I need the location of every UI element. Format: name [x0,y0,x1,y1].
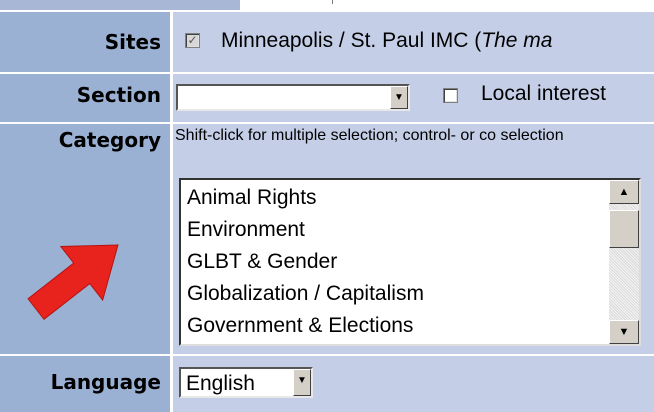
category-row: Category Shift-click for multiple select… [0,124,654,354]
category-options: Animal Rights Environment GLBT & Gender … [187,182,609,342]
language-select-value: English [186,372,255,395]
category-listbox[interactable]: Animal Rights Environment GLBT & Gender … [179,178,641,346]
sites-field: ✓ Minneapolis / St. Paul IMC (The ma [173,12,654,72]
scroll-down-icon[interactable]: ▼ [609,320,639,344]
chevron-down-icon[interactable]: ▼ [390,86,408,109]
checkmark-icon: ✓ [187,33,198,47]
section-field: ▼ Local interest [173,74,654,122]
top-strip [0,0,654,10]
list-item[interactable]: Animal Rights [187,182,609,214]
scroll-up-icon[interactable]: ▲ [609,180,639,204]
red-arrow-icon [25,219,135,329]
top-strip-divider [332,0,333,4]
language-field: English ▼ [173,356,654,412]
list-item[interactable]: Globalization / Capitalism [187,278,609,310]
language-select[interactable]: English ▼ [179,367,313,398]
category-field: Shift-click for multiple selection; cont… [173,124,654,354]
site-checkbox[interactable]: ✓ [185,33,200,48]
section-select[interactable]: ▼ [176,84,410,111]
list-item[interactable]: Government & Elections [187,310,609,342]
local-interest-checkbox[interactable] [443,88,458,103]
category-label: Category [58,128,161,152]
scroll-thumb[interactable] [609,210,639,248]
sites-row: Sites ✓ Minneapolis / St. Paul IMC (The … [0,12,654,72]
list-item[interactable]: Environment [187,214,609,246]
chevron-down-icon[interactable]: ▼ [293,369,311,396]
local-interest-label: Local interest [481,82,606,105]
section-row: Section ▼ Local interest [0,74,654,122]
language-label: Language [0,356,170,412]
list-item[interactable]: GLBT & Gender [187,246,609,278]
top-strip-label-cell [0,0,240,10]
section-label: Section [0,74,170,122]
site-name: Minneapolis / St. Paul IMC (The ma [221,29,553,52]
category-label-cell: Category [0,124,170,354]
language-row: Language English ▼ [0,356,654,412]
listbox-scrollbar[interactable]: ▲ ▼ [609,180,639,344]
sites-label: Sites [0,12,170,72]
category-hint: Shift-click for multiple selection; cont… [175,127,564,144]
